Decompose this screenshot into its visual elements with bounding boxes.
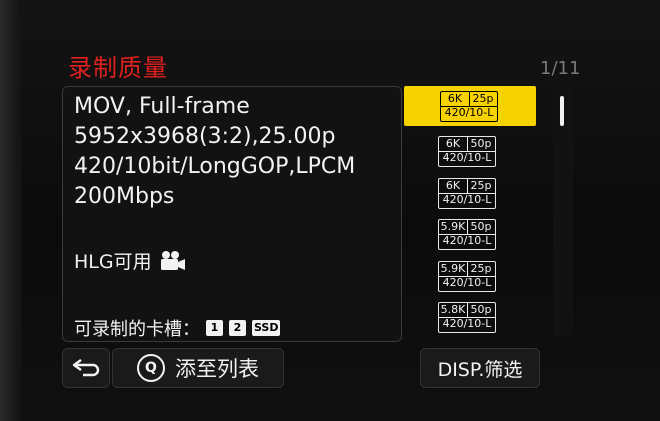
item-fps: 50p — [467, 303, 495, 318]
screen: 录制质量 1/11 MOV, Full-frame 5952x3968(3:2)… — [0, 0, 660, 421]
back-button[interactable] — [62, 348, 110, 388]
quality-badge: 6K 25p 420/10-L — [440, 91, 498, 122]
filter-label: DISP.筛选 — [437, 358, 523, 381]
item-format: 420/10-L — [444, 106, 494, 119]
quality-badge: 6K 25p 420/10-L — [438, 178, 496, 209]
hlg-availability: HLG可用 — [74, 247, 186, 274]
item-fps: 50p — [467, 137, 495, 152]
slot-1-badge: 1 — [206, 320, 223, 336]
item-fps: 25p — [467, 179, 495, 194]
slots-label: 可录制的卡槽： — [74, 319, 200, 340]
quality-list: 6K 25p 420/10-L 6K 50p 420/10-L 6K 25p 4… — [404, 86, 536, 336]
back-arrow-icon — [72, 359, 100, 377]
quality-item[interactable]: 5.8K 50p 420/10-L — [438, 302, 496, 334]
page-indicator: 1/11 — [540, 58, 581, 79]
info-panel: MOV, Full-frame 5952x3968(3:2),25.00p 42… — [62, 86, 402, 342]
quality-item[interactable]: 6K 50p 420/10-L — [438, 136, 496, 168]
item-resolution: 6K — [439, 179, 468, 194]
item-format: 420/10-L — [442, 276, 492, 289]
resolution-text: 5952x3968(3:2),25.00p — [74, 124, 336, 149]
recordable-slots: 可录制的卡槽： 1 2 SSD — [74, 315, 281, 341]
item-fps: 25p — [469, 92, 497, 107]
item-format: 420/10-L — [442, 151, 492, 164]
quality-item[interactable]: 6K 25p 420/10-L — [438, 178, 496, 210]
add-to-list-label: 添至列表 — [175, 357, 259, 381]
slot-ssd-badge: SSD — [252, 320, 281, 336]
add-to-list-button[interactable]: Q 添至列表 — [112, 348, 284, 388]
item-resolution: 6K — [441, 92, 470, 107]
scrollbar-thumb[interactable] — [560, 96, 564, 126]
filter-button[interactable]: DISP.筛选 — [420, 348, 540, 388]
quality-badge: 5.9K 25p 420/10-L — [438, 261, 496, 292]
quality-item[interactable]: 5.9K 50p 420/10-L — [438, 219, 496, 251]
quality-badge: 6K 50p 420/10-L — [438, 136, 496, 167]
quality-item[interactable]: 6K 25p 420/10-L — [404, 86, 536, 126]
item-fps: 50p — [467, 220, 495, 235]
item-resolution: 5.9K — [439, 220, 468, 235]
bitrate-text: 200Mbps — [74, 184, 175, 209]
quality-badge: 5.9K 50p 420/10-L — [438, 219, 496, 250]
item-format: 420/10-L — [442, 317, 492, 330]
format-text: MOV, Full-frame — [74, 94, 250, 119]
quality-item[interactable]: 5.9K 25p 420/10-L — [438, 261, 496, 293]
movie-camera-icon — [160, 250, 185, 270]
hlg-label: HLG可用 — [74, 251, 152, 273]
slot-2-badge: 2 — [229, 320, 246, 336]
item-resolution: 6K — [439, 137, 468, 152]
item-fps: 25p — [467, 262, 495, 277]
item-format: 420/10-L — [442, 234, 492, 247]
item-format: 420/10-L — [442, 193, 492, 206]
codec-text: 420/10bit/LongGOP,LPCM — [74, 154, 356, 179]
q-button-icon: Q — [137, 354, 165, 382]
bezel — [0, 0, 22, 421]
item-resolution: 5.8K — [439, 303, 468, 318]
item-resolution: 5.9K — [439, 262, 468, 277]
page-title: 录制质量 — [68, 54, 168, 82]
quality-badge: 5.8K 50p 420/10-L — [438, 302, 496, 333]
